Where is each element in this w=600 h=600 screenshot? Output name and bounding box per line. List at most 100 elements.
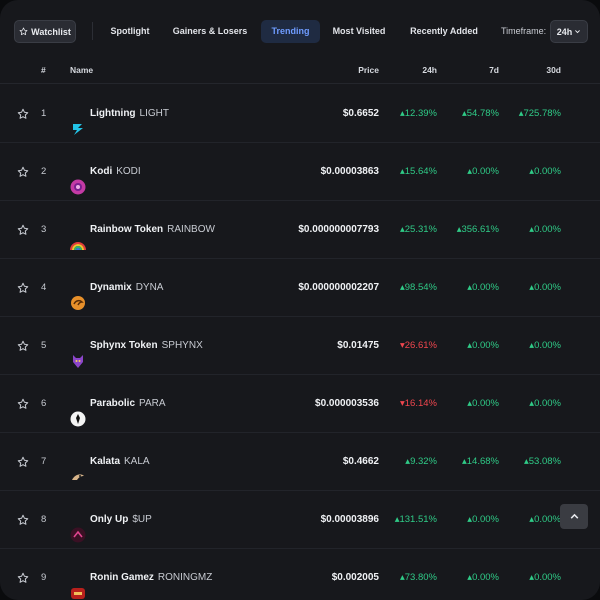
header-30d[interactable]: 30d [546,56,561,84]
coin-symbol: $UP [132,514,152,525]
only-up-icon [70,512,86,543]
tab-spotlight[interactable]: Spotlight [104,20,156,43]
change-24h-cell: ▴15.64% [400,143,437,201]
change-24h-value: 98.54% [404,282,437,293]
star-icon[interactable] [17,107,29,119]
change-30d-value: 725.78% [523,108,561,119]
rank-cell: 4 [41,282,47,293]
star-icon[interactable] [17,397,29,409]
table-header: # Name Price 24h 7d 30d [0,56,600,84]
kodi-icon [70,164,86,195]
star-icon[interactable] [17,513,29,525]
coin-symbol: RAINBOW [167,224,215,235]
star-icon[interactable] [17,165,29,177]
change-30d-cell: ▴0.00% [529,259,561,317]
change-7d-cell: ▴0.00% [467,143,499,201]
coin-name: Kodi [90,166,113,177]
rank-cell: 2 [41,166,47,177]
change-7d-value: 0.00% [472,166,499,177]
coin-cell[interactable]: Lightning LIGHT [70,85,169,143]
ronin-gamez-icon [70,570,86,599]
change-30d-cell: ▴0.00% [529,143,561,201]
change-7d-cell: ▴0.00% [467,259,499,317]
change-24h-value: 131.51% [399,514,437,525]
coin-cell[interactable]: Rainbow Token RAINBOW [70,201,215,259]
sphynx-icon [70,338,86,368]
scroll-to-top-button[interactable] [560,504,588,529]
change-30d-cell: ▴0.00% [529,549,561,600]
coin-cell[interactable]: Parabolic PARA [70,375,166,433]
change-7d-value: 0.00% [472,282,499,293]
header-price[interactable]: Price [358,56,379,84]
coin-symbol: SPHYNX [161,340,203,351]
change-7d-cell: ▴0.00% [467,549,499,600]
star-icon[interactable] [17,339,29,351]
table-row[interactable]: 6 Parabolic PARA $0.000003536 ▾16.14% ▴0.00% ▴… [0,375,600,433]
coin-cell[interactable]: Dynamix DYNA [70,259,163,317]
price-cell: $0.000000002207 [298,282,379,293]
change-30d-value: 0.00% [534,282,561,293]
rank-cell: 9 [41,572,47,583]
change-7d-cell: ▴14.68% [462,433,499,491]
coin-cell[interactable]: Sphynx Token SPHYNX [70,317,203,375]
timeframe-select[interactable]: 24h [550,20,588,43]
change-24h-value: 16.14% [404,398,437,409]
change-24h-cell: ▴12.39% [400,85,437,143]
tab-trending[interactable]: Trending [261,20,320,43]
table-row[interactable]: 8 Only Up $UP $0.00003896 ▴131.51% ▴0.00% ▴0.0… [0,491,600,549]
change-7d-value: 356.61% [461,224,499,235]
coin-symbol: PARA [139,398,166,409]
header-7d[interactable]: 7d [489,56,499,84]
star-icon[interactable] [17,455,29,467]
tab-recently-added[interactable]: Recently Added [404,20,484,43]
change-30d-cell: ▴0.00% [529,317,561,375]
price-cell: $0.00003896 [320,514,379,525]
tab-most-visited[interactable]: Most Visited [328,20,390,43]
header-24h[interactable]: 24h [422,56,437,84]
change-24h-value: 9.32% [410,456,437,467]
change-7d-cell: ▴356.61% [457,201,499,259]
rank-cell: 7 [41,456,47,467]
timeframe-label: Timeframe: [501,26,547,36]
toolbar-divider [92,22,93,40]
watchlist-button[interactable]: Watchlist [14,20,76,43]
table-row[interactable]: 3 Rainbow Token RAINBOW $0.000000007793 ▴25.… [0,201,600,259]
coin-name: Dynamix [90,282,132,293]
table-row[interactable]: 5 Sphynx Token SPHYNX $0.01475 ▾26.61% ▴0.00%… [0,317,600,375]
price-cell: $0.01475 [337,340,379,351]
rank-cell: 1 [41,108,47,119]
table-row[interactable]: 1 Lightning LIGHT $0.6652 ▴12.39% ▴54.78% ▴725… [0,85,600,143]
change-7d-value: 54.78% [466,108,499,119]
coin-cell[interactable]: Only Up $UP [70,491,152,549]
star-icon[interactable] [17,571,29,583]
change-24h-value: 26.61% [404,340,437,351]
coin-name: Parabolic [90,398,136,409]
change-24h-cell: ▾16.14% [400,375,437,433]
table-row[interactable]: 2 Kodi KODI $0.00003863 ▴15.64% ▴0.00% ▴0.00% [0,143,600,201]
change-30d-value: 0.00% [534,224,561,235]
coin-cell[interactable]: Kalata KALA [70,433,150,491]
lightning-icon [70,106,86,135]
change-24h-cell: ▴73.80% [400,549,437,600]
change-7d-cell: ▴0.00% [467,491,499,549]
price-cell: $0.002005 [331,572,379,583]
header-name[interactable]: Name [70,56,93,84]
change-24h-value: 25.31% [404,224,437,235]
change-7d-cell: ▴0.00% [467,317,499,375]
price-cell: $0.00003863 [320,166,379,177]
table-row[interactable]: 7 Kalata KALA $0.4662 ▴9.32% ▴14.68% ▴53.08% [0,433,600,491]
table-row[interactable]: 9 Ronin Gamez RONINGMZ $0.002005 ▴73.80% ▴0.0… [0,549,600,600]
change-7d-value: 0.00% [472,398,499,409]
star-icon[interactable] [17,281,29,293]
tab-gainers-losers[interactable]: Gainers & Losers [168,20,252,43]
change-24h-value: 15.64% [404,166,437,177]
category-toolbar: Watchlist Spotlight Gainers & Losers Tre… [0,0,600,56]
star-icon[interactable] [17,223,29,235]
coin-cell[interactable]: Ronin Gamez RONINGMZ [70,549,212,600]
coin-cell[interactable]: Kodi KODI [70,143,141,201]
price-cell: $0.6652 [342,108,379,119]
change-24h-cell: ▾26.61% [400,317,437,375]
coin-name: Only Up [90,514,129,525]
table-row[interactable]: 4 Dynamix DYNA $0.000000002207 ▴98.54% ▴0.00%… [0,259,600,317]
coin-name: Ronin Gamez [90,572,154,583]
